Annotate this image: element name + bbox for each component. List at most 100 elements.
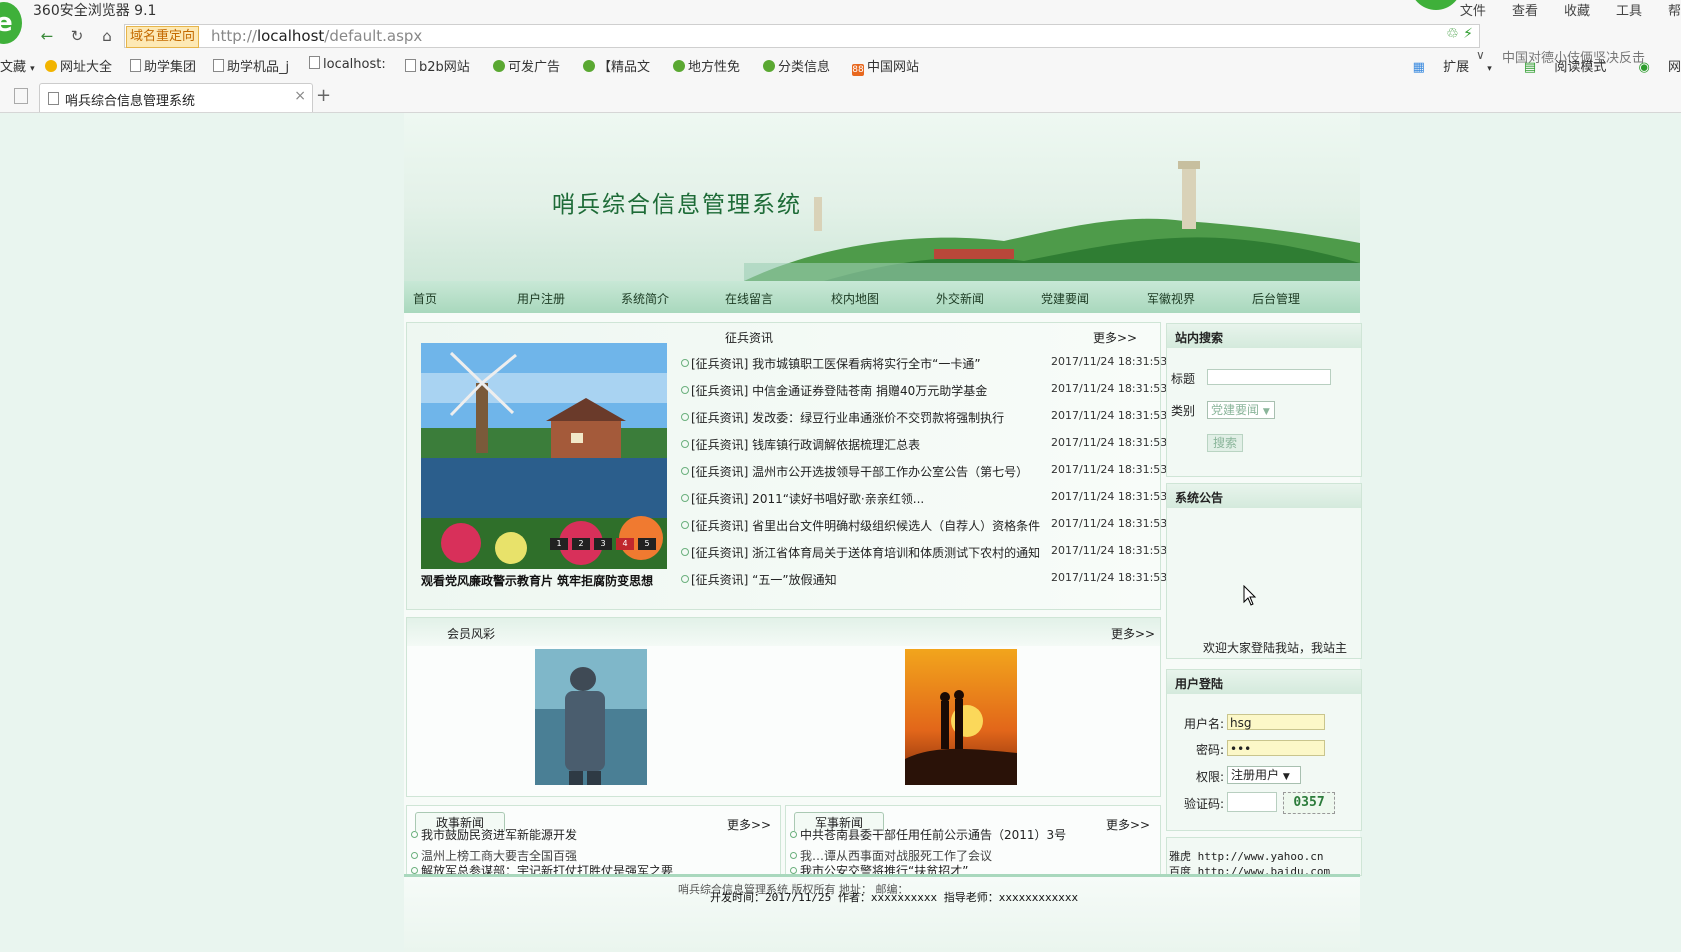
read-mode-button[interactable]: ▤ 阅读模式	[1510, 60, 1606, 75]
nav-guestbook[interactable]: 在线留言	[725, 290, 773, 307]
menu-view[interactable]: 查看	[1512, 4, 1538, 19]
bookmark-item[interactable]: 网址大全	[45, 56, 112, 75]
captcha-image[interactable]: 0357	[1283, 792, 1335, 814]
news-title[interactable]: [征兵资讯] “五一”放假通知	[691, 571, 837, 588]
bookmark-favorites[interactable]: 文藏 ▾	[0, 56, 35, 75]
bookmark-item[interactable]: 分类信息	[763, 56, 830, 75]
back-arrow-icon[interactable]: ←	[36, 26, 58, 46]
menu-file[interactable]: 文件	[1460, 4, 1486, 19]
redirect-badge[interactable]: 域名重定向	[126, 26, 199, 48]
category-label: 类别	[1171, 402, 1195, 419]
news-title[interactable]: [征兵资讯] 我市城镇职工医保看病将实行全市“一卡通”	[691, 355, 981, 372]
bookmark-item[interactable]: b2b网站	[405, 56, 470, 75]
nav-home[interactable]: 首页	[413, 290, 437, 307]
sidebar-toggle-icon[interactable]	[14, 88, 28, 104]
page-footer: 哨兵综合信息管理系统 版权所有 地址： 邮编： 开发时间：2017/11/25 …	[404, 874, 1360, 952]
role-select[interactable]: 注册用户 ▼	[1227, 766, 1301, 784]
list-item-label[interactable]: 温州上榜工商大要吉全国百强	[421, 849, 577, 863]
more-link[interactable]: 更多>>	[1106, 816, 1150, 833]
username-input[interactable]: hsg	[1227, 714, 1325, 730]
nav-about[interactable]: 系统简介	[621, 290, 669, 307]
search-title-input[interactable]	[1207, 369, 1331, 385]
menu-favorites[interactable]: 收藏	[1564, 4, 1590, 19]
system-notice-panel: 系统公告 欢迎大家登陆我站，我站主	[1166, 483, 1362, 659]
page-container: 哨兵综合信息管理系统 首页 用户注册 系统简介 在线留言 校内地图 外交新闻 党…	[404, 113, 1360, 949]
link-yahoo[interactable]: 雅虎 http://www.yahoo.cn	[1169, 848, 1323, 864]
close-icon[interactable]: ×	[294, 88, 306, 104]
slide-dot-active[interactable]: 4	[616, 538, 634, 550]
nav-foreign-news[interactable]: 外交新闻	[936, 290, 984, 307]
search-button[interactable]: 搜索	[1207, 434, 1243, 452]
list-item-label[interactable]: 我…谭从西事面对战服死工作了会议	[800, 849, 992, 863]
slide-dot[interactable]: 2	[572, 538, 590, 550]
bookmark-item[interactable]: 88中国网站	[852, 56, 919, 76]
username-label: 用户名:	[1184, 715, 1224, 732]
news-item[interactable]: [征兵资讯] 2011“读好书唱好歌·亲亲红领...2017/11/24 18:…	[681, 488, 1159, 514]
panel-title: 用户登陆	[1175, 675, 1223, 692]
menu-help[interactable]: 帮	[1668, 4, 1681, 19]
extensions-button[interactable]: ▦ 扩展 ▾	[1399, 60, 1492, 75]
url-text[interactable]: http://localhost/default.aspx	[211, 25, 422, 47]
captcha-input[interactable]	[1227, 792, 1277, 812]
bookmark-item[interactable]: 【精品文	[583, 56, 650, 75]
bookmark-item[interactable]: localhost:	[309, 56, 386, 72]
nav-campus-map[interactable]: 校内地图	[831, 290, 879, 307]
nav-military-vision[interactable]: 军徽视界	[1147, 290, 1195, 307]
bookmark-item[interactable]: 助学机品_j	[213, 56, 289, 75]
slide-dot[interactable]: 5	[638, 538, 656, 550]
news-item[interactable]: [征兵资讯] 钱库镇行政调解依据梳理汇总表2017/11/24 18:31:53	[681, 434, 1159, 460]
lightning-icon[interactable]: ⚡	[1463, 26, 1473, 42]
news-item[interactable]: [征兵资讯] 发改委：绿豆行业串通涨价不交罚款将强制执行2017/11/24 1…	[681, 407, 1159, 433]
slideshow-dots: 12345	[550, 535, 660, 550]
grid-icon: ▦	[1413, 60, 1425, 75]
password-input[interactable]: •••	[1227, 740, 1325, 756]
menu-tools[interactable]: 工具	[1616, 4, 1642, 19]
news-item[interactable]: [征兵资讯] 浙江省体育局关于送体育培训和体质测试下农村的通知2017/11/2…	[681, 542, 1159, 568]
security-check-icon[interactable]: ♲	[1446, 26, 1459, 42]
slideshow-caption[interactable]: 观看党风廉政警示教育片 筑牢拒腐防变思想	[421, 572, 653, 589]
list-item-label[interactable]: 中共苍南县委干部任用任前公示通告（2011）3号	[800, 828, 1066, 842]
nav-register[interactable]: 用户注册	[517, 290, 565, 307]
address-bar[interactable]: 域名重定向 http://localhost/default.aspx ♲ ⚡	[124, 24, 1480, 48]
news-item[interactable]: [征兵资讯] 我市城镇职工医保看病将实行全市“一卡通”2017/11/24 18…	[681, 353, 1159, 379]
more-link[interactable]: 更多>>	[1093, 329, 1137, 346]
nav-party-news[interactable]: 党建要闻	[1041, 290, 1089, 307]
news-item[interactable]: [征兵资讯] 温州市公开选拔领导干部工作办公室公告（第七号）2017/11/24…	[681, 461, 1159, 487]
news-title[interactable]: [征兵资讯] 钱库镇行政调解依据梳理汇总表	[691, 436, 920, 453]
news-title[interactable]: [征兵资讯] 温州市公开选拔领导干部工作办公室公告（第七号）	[691, 463, 1028, 480]
section-title: 征兵资讯	[725, 329, 773, 346]
news-title[interactable]: [征兵资讯] 浙江省体育局关于送体育培训和体质测试下农村的通知	[691, 544, 1040, 561]
member-photo[interactable]	[535, 649, 647, 785]
news-item[interactable]: [征兵资讯] “五一”放假通知2017/11/24 18:31:53	[681, 569, 1159, 595]
bookmark-item[interactable]: 可发广告	[493, 56, 560, 75]
list-item[interactable]: 我市鼓励民资进军新能源开发	[421, 826, 577, 843]
panel-header: 站内搜索	[1167, 324, 1361, 348]
notification-bubble[interactable]	[1410, 0, 1462, 10]
mouse-cursor-icon	[1243, 585, 1257, 607]
refresh-icon[interactable]: ↻	[66, 26, 88, 46]
member-photo[interactable]	[905, 649, 1017, 785]
news-title[interactable]: [征兵资讯] 2011“读好书唱好歌·亲亲红领...	[691, 490, 924, 507]
news-date: 2017/11/24 18:31:53	[1051, 571, 1167, 584]
news-title[interactable]: [征兵资讯] 中信金通证券登陆苍南 捐赠40万元助学基金	[691, 382, 987, 399]
bookmark-item[interactable]: 地方性免	[673, 56, 740, 75]
nav-admin[interactable]: 后台管理	[1252, 290, 1300, 307]
more-link[interactable]: 更多>>	[727, 816, 771, 833]
bookmark-item[interactable]: 助学集团	[130, 56, 196, 75]
news-title[interactable]: [征兵资讯] 省里出台文件明确村级组织候选人（自荐人）资格条件	[691, 517, 1040, 534]
tab-active[interactable]: 哨兵综合信息管理系统 ×	[39, 83, 313, 112]
slide-dot[interactable]: 3	[594, 538, 612, 550]
news-title[interactable]: [征兵资讯] 发改委：绿豆行业串通涨价不交罚款将强制执行	[691, 409, 1004, 426]
list-item[interactable]: 中共苍南县委干部任用任前公示通告（2011）3号	[800, 826, 1066, 843]
new-tab-button[interactable]: +	[316, 85, 331, 106]
category-select[interactable]: 党建要闻 ▼	[1207, 401, 1275, 419]
slide-dot[interactable]: 1	[550, 538, 568, 550]
news-item[interactable]: [征兵资讯] 中信金通证券登陆苍南 捐赠40万元助学基金2017/11/24 1…	[681, 380, 1159, 406]
home-icon[interactable]: ⌂	[96, 26, 118, 46]
panel-title: 站内搜索	[1175, 329, 1223, 346]
more-link[interactable]: 更多>>	[1111, 625, 1155, 642]
extension-tail[interactable]: ◉ 网	[1625, 60, 1681, 75]
news-item[interactable]: [征兵资讯] 省里出台文件明确村级组织候选人（自荐人）资格条件2017/11/2…	[681, 515, 1159, 541]
news-date: 2017/11/24 18:31:53	[1051, 436, 1167, 449]
list-item-label[interactable]: 我市鼓励民资进军新能源开发	[421, 828, 577, 842]
